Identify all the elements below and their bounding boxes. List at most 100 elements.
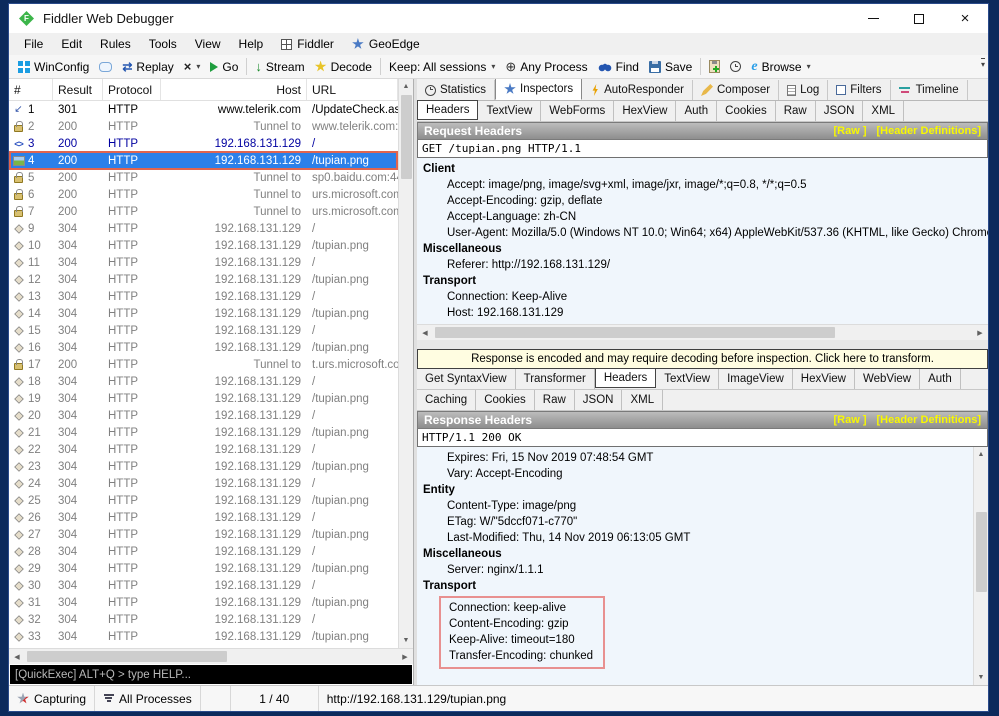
quickexec-input[interactable]: [QuickExec] ALT+Q > type HELP...	[9, 664, 413, 685]
request-tab-webforms[interactable]: WebForms	[541, 101, 614, 121]
table-row[interactable]: 32304HTTP192.168.131.129/	[9, 611, 398, 628]
menu-item-geoedge[interactable]: GeoEdge	[343, 35, 429, 53]
table-row[interactable]: 26304HTTP192.168.131.129/	[9, 509, 398, 526]
table-row[interactable]: 19304HTTP192.168.131.129/tupian.png	[9, 390, 398, 407]
table-row[interactable]: 10304HTTP192.168.131.129/tupian.png	[9, 237, 398, 254]
table-row[interactable]: 21304HTTP192.168.131.129/tupian.png	[9, 424, 398, 441]
minimize-button[interactable]	[850, 4, 896, 33]
table-row[interactable]: 12304HTTP192.168.131.129/tupian.png	[9, 271, 398, 288]
table-row[interactable]: ↙1301HTTPwww.telerik.com/UpdateCheck.asp…	[9, 101, 398, 118]
table-row[interactable]: 2200HTTPTunnel towww.telerik.com:443	[9, 118, 398, 135]
table-row[interactable]: 27304HTTP192.168.131.129/tupian.png	[9, 526, 398, 543]
response-tab-raw[interactable]: Raw	[535, 390, 575, 410]
table-row[interactable]: 14304HTTP192.168.131.129/tupian.png	[9, 305, 398, 322]
menu-item-edit[interactable]: Edit	[52, 35, 91, 53]
scrollbar-thumb[interactable]	[435, 327, 835, 338]
menu-item-rules[interactable]: Rules	[91, 35, 140, 53]
scroll-up-icon[interactable]: ▲	[399, 79, 413, 94]
session-list-vertical-scrollbar[interactable]: ▲ ▼	[398, 79, 413, 648]
raw-link[interactable]: [Raw ]	[833, 414, 866, 426]
table-row[interactable]: 28304HTTP192.168.131.129/	[9, 543, 398, 560]
menu-item-view[interactable]: View	[186, 35, 230, 53]
tab-inspectors[interactable]: Inspectors	[495, 78, 582, 100]
stream-button[interactable]: ↓Stream	[250, 57, 309, 76]
table-row[interactable]: 30304HTTP192.168.131.129/	[9, 577, 398, 594]
scrollbar-thumb[interactable]	[27, 651, 227, 662]
replay-button[interactable]: ⇄Replay	[117, 58, 178, 76]
table-row[interactable]: 25304HTTP192.168.131.129/tupian.png	[9, 492, 398, 509]
scroll-right-icon[interactable]: ▶	[972, 325, 988, 340]
request-tab-raw[interactable]: Raw	[776, 101, 816, 121]
table-row[interactable]: 11304HTTP192.168.131.129/	[9, 254, 398, 271]
response-tab-imageview[interactable]: ImageView	[719, 369, 793, 389]
request-horizontal-scrollbar[interactable]: ◀ ▶	[417, 324, 988, 340]
tab-composer[interactable]: Composer	[693, 80, 779, 100]
save-button[interactable]: Save	[644, 58, 697, 76]
remove-button[interactable]: ×▾	[179, 57, 206, 76]
go-button[interactable]: Go	[205, 58, 243, 76]
response-tab-caching[interactable]: Caching	[417, 390, 476, 410]
request-tab-hexview[interactable]: HexView	[614, 101, 676, 121]
find-button[interactable]: Find	[593, 58, 644, 76]
response-tab-hexview[interactable]: HexView	[793, 369, 855, 389]
process-filter-toggle[interactable]: All Processes	[95, 686, 201, 711]
session-list-horizontal-scrollbar[interactable]: ◀ ▶	[9, 648, 413, 664]
scroll-up-icon[interactable]: ▲	[974, 447, 988, 462]
table-row[interactable]: 13304HTTP192.168.131.129/	[9, 288, 398, 305]
scroll-right-icon[interactable]: ▶	[397, 649, 413, 664]
table-row[interactable]: 31304HTTP192.168.131.129/tupian.png	[9, 594, 398, 611]
table-row[interactable]: 20304HTTP192.168.131.129/	[9, 407, 398, 424]
timer-button[interactable]	[725, 59, 746, 74]
table-row[interactable]: 29304HTTP192.168.131.129/tupian.png	[9, 560, 398, 577]
table-row[interactable]: 6200HTTPTunnel tours.microsoft.com:443	[9, 186, 398, 203]
table-row[interactable]: 17200HTTPTunnel tot.urs.microsoft.com:4	[9, 356, 398, 373]
response-tab-json[interactable]: JSON	[575, 390, 623, 410]
winconfig-button[interactable]: WinConfig	[13, 58, 94, 76]
screenshot-button[interactable]	[704, 58, 725, 75]
capturing-toggle[interactable]: Capturing	[9, 686, 95, 711]
table-row[interactable]: 9304HTTP192.168.131.129/	[9, 220, 398, 237]
menu-item-help[interactable]: Help	[230, 35, 273, 53]
response-encoding-warning[interactable]: Response is encoded and may require deco…	[417, 349, 988, 369]
response-tab-get-syntaxview[interactable]: Get SyntaxView	[417, 369, 516, 389]
table-row[interactable]: 15304HTTP192.168.131.129/	[9, 322, 398, 339]
request-tab-textview[interactable]: TextView	[478, 101, 541, 121]
table-row[interactable]: 33304HTTP192.168.131.129/tupian.png	[9, 628, 398, 645]
tab-filters[interactable]: Filters	[828, 80, 890, 100]
table-row[interactable]: <>3200HTTP192.168.131.129/	[9, 135, 398, 152]
menu-item-tools[interactable]: Tools	[140, 35, 186, 53]
table-row[interactable]: 23304HTTP192.168.131.129/tupian.png	[9, 458, 398, 475]
table-row[interactable]: 16304HTTP192.168.131.129/tupian.png	[9, 339, 398, 356]
scrollbar-thumb[interactable]	[401, 95, 412, 179]
keep-sessions-dropdown[interactable]: Keep: All sessions▾	[384, 58, 500, 76]
scroll-down-icon[interactable]: ▼	[974, 670, 988, 685]
response-vertical-scrollbar[interactable]: ▲ ▼	[973, 447, 988, 685]
request-tab-auth[interactable]: Auth	[676, 101, 717, 121]
table-row[interactable]: 7200HTTPTunnel tours.microsoft.com:443	[9, 203, 398, 220]
comment-button[interactable]	[94, 60, 117, 74]
column-header-result[interactable]: Result	[53, 79, 103, 100]
request-response-splitter[interactable]	[417, 340, 988, 349]
request-tab-xml[interactable]: XML	[863, 101, 904, 121]
tab-timeline[interactable]: Timeline	[891, 80, 968, 100]
tab-statistics[interactable]: Statistics	[417, 80, 495, 100]
any-process-button[interactable]: ⊕Any Process	[500, 57, 592, 77]
table-row[interactable]: 5200HTTPTunnel tosp0.baidu.com:443	[9, 169, 398, 186]
browse-button[interactable]: eBrowse▾	[746, 58, 815, 76]
response-tab-textview[interactable]: TextView	[656, 369, 719, 389]
scroll-down-icon[interactable]: ▼	[399, 633, 413, 648]
response-tab-headers[interactable]: Headers	[595, 368, 656, 388]
response-tab-webview[interactable]: WebView	[855, 369, 920, 389]
raw-link[interactable]: [Raw ]	[833, 125, 866, 137]
column-header-protocol[interactable]: Protocol	[103, 79, 161, 100]
tab-autoresponder[interactable]: AutoResponder	[582, 80, 693, 100]
request-tab-cookies[interactable]: Cookies	[717, 101, 776, 121]
column-header-host[interactable]: Host	[161, 79, 307, 100]
table-row[interactable]: 18304HTTP192.168.131.129/	[9, 373, 398, 390]
header-definitions-link[interactable]: [Header Definitions]	[876, 125, 981, 137]
table-row[interactable]: 4200HTTP192.168.131.129/tupian.png	[9, 152, 398, 169]
scroll-left-icon[interactable]: ◀	[9, 649, 25, 664]
header-definitions-link[interactable]: [Header Definitions]	[876, 414, 981, 426]
request-tab-json[interactable]: JSON	[816, 101, 864, 121]
response-tab-cookies[interactable]: Cookies	[476, 390, 535, 410]
